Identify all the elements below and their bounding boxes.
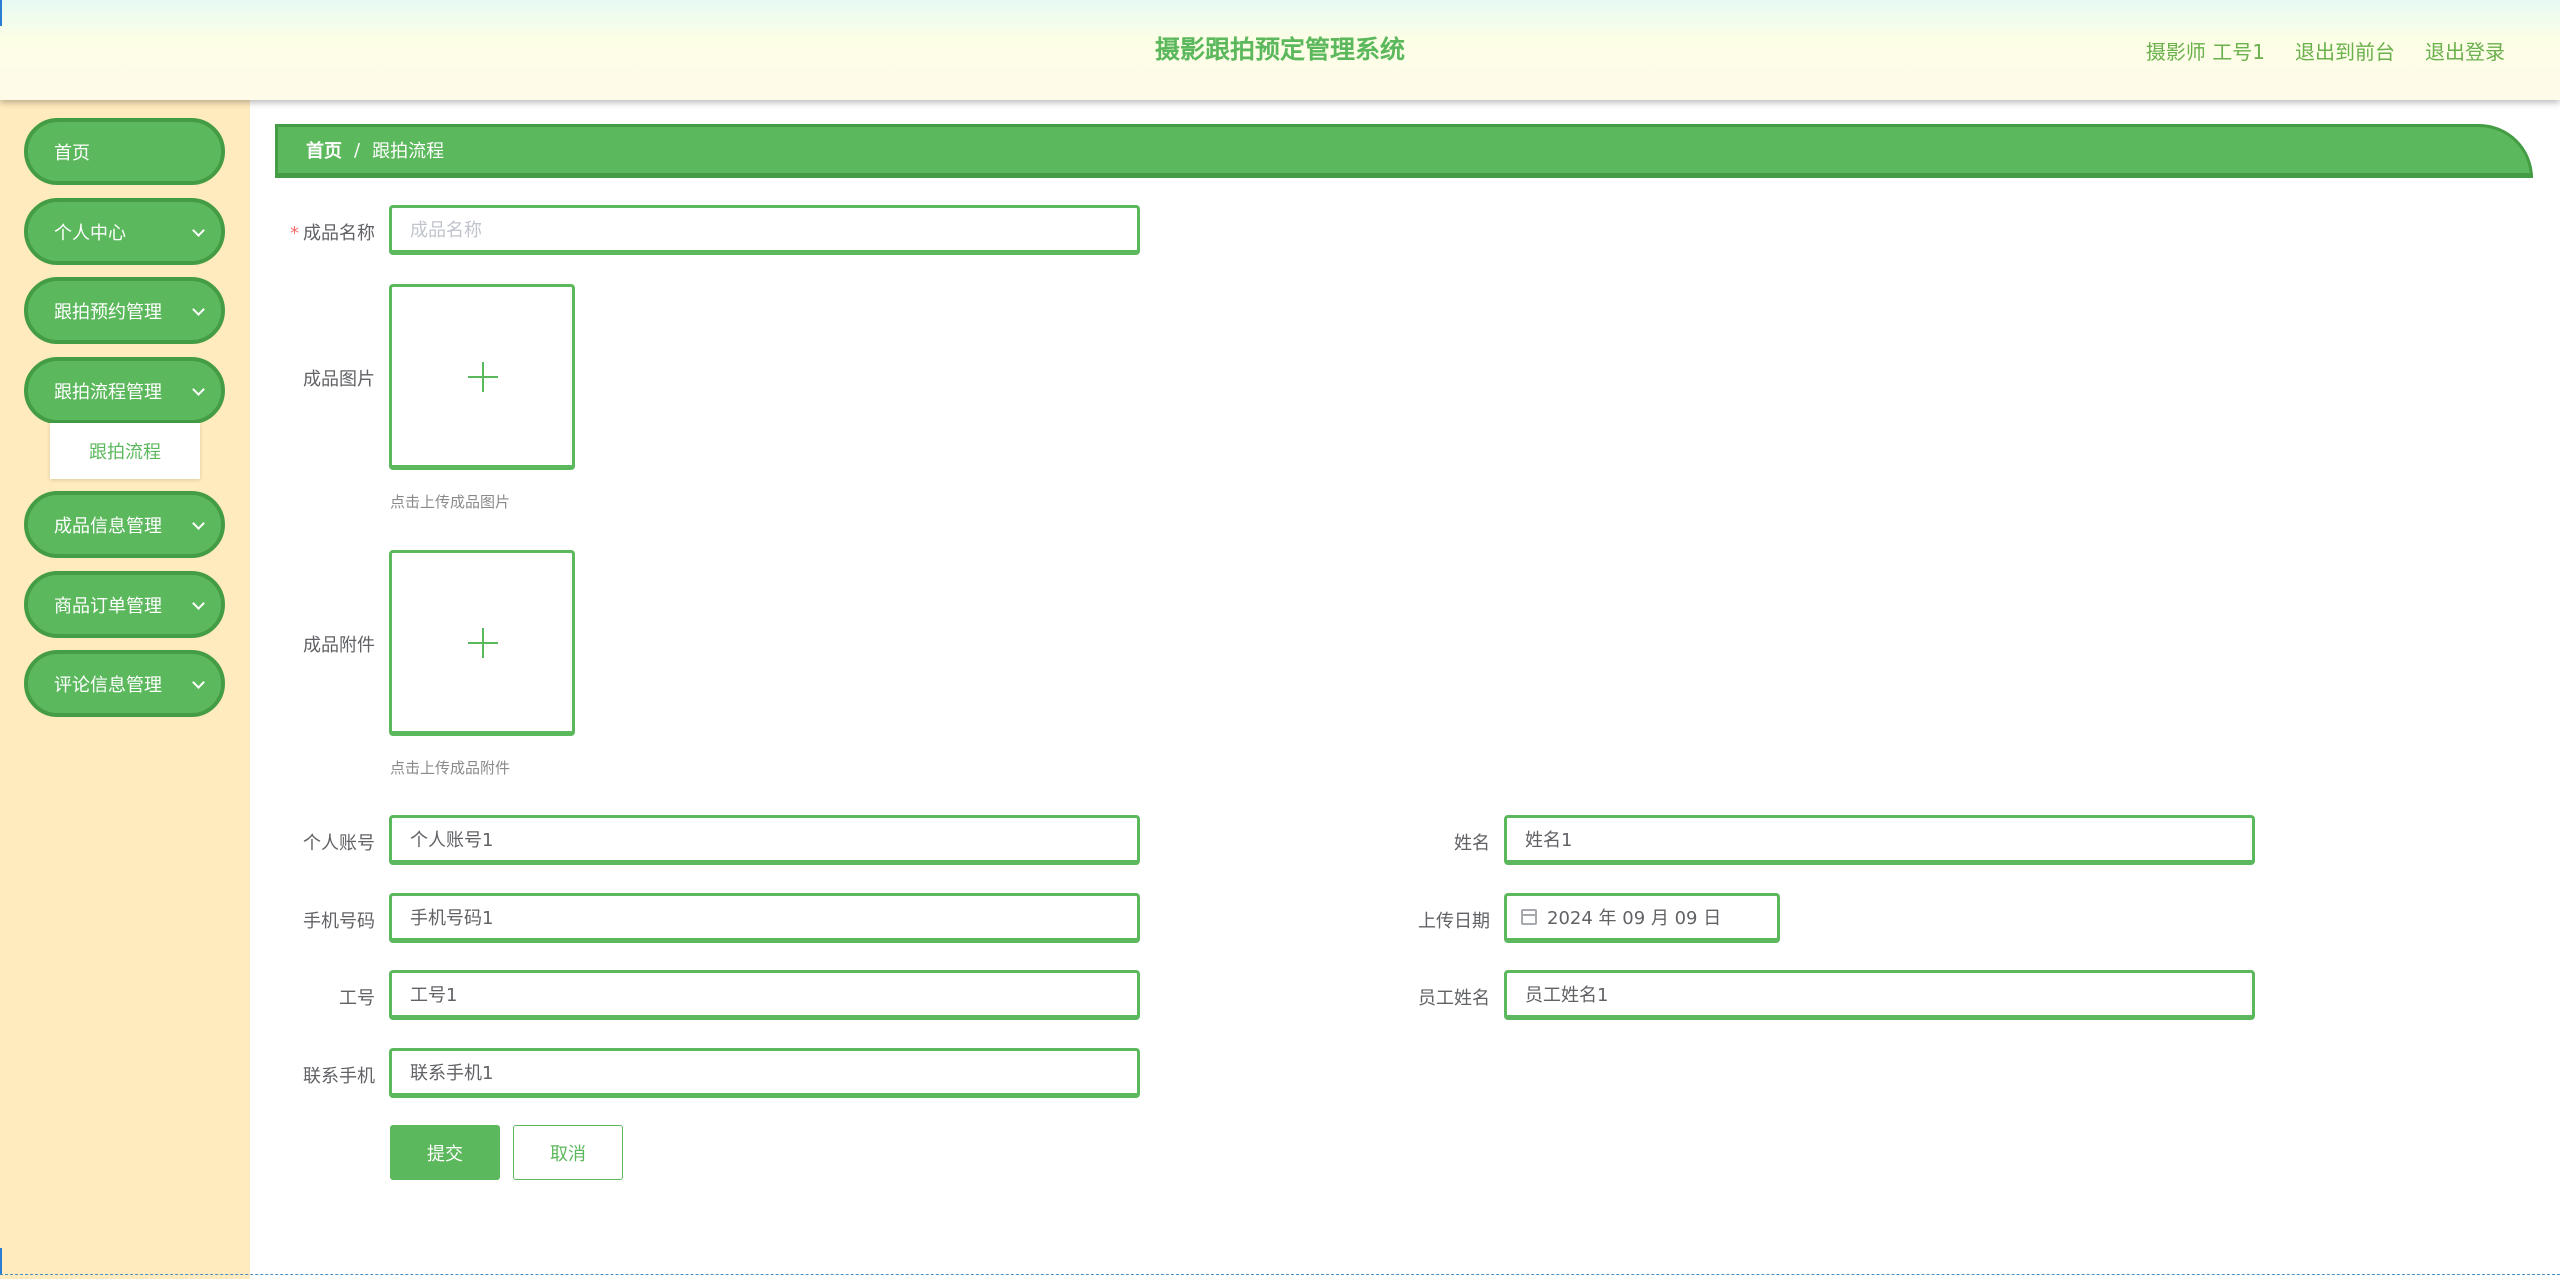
back-to-front-link[interactable]: 退出到前台 xyxy=(2295,36,2395,65)
product-image-upload[interactable] xyxy=(389,284,575,470)
bottom-divider xyxy=(0,1274,2560,1275)
sidebar-item-label: 跟拍预约管理 xyxy=(54,301,162,323)
product-image-label: 成品图片 xyxy=(303,369,375,390)
phone-label: 手机号码 xyxy=(303,911,375,932)
contact-phone-label: 联系手机 xyxy=(303,1066,375,1087)
product-name-label: * 成品名称 xyxy=(290,223,375,244)
breadcrumb-home[interactable]: 首页 xyxy=(306,137,342,163)
breadcrumb-separator: / xyxy=(354,139,361,161)
account-label: 个人账号 xyxy=(303,833,375,854)
corner-mark-bottom xyxy=(0,1248,2,1274)
chevron-down-icon xyxy=(192,675,205,689)
cancel-button[interactable]: 取消 xyxy=(513,1125,623,1180)
calendar-icon xyxy=(1521,909,1537,925)
job-no-label: 工号 xyxy=(339,988,375,1009)
staff-name-input[interactable]: 员工姓名1 xyxy=(1504,970,2255,1020)
product-name-input[interactable]: 成品名称 xyxy=(389,205,1140,255)
staff-name-label: 员工姓名 xyxy=(1418,988,1490,1009)
chevron-down-icon xyxy=(192,596,205,610)
upload-date-label: 上传日期 xyxy=(1418,911,1490,932)
required-mark: * xyxy=(290,223,299,244)
product-attachment-label: 成品附件 xyxy=(303,635,375,656)
corner-mark-top xyxy=(0,0,2,26)
breadcrumb: 首页 / 跟拍流程 xyxy=(275,124,2533,178)
name-input[interactable]: 姓名1 xyxy=(1504,815,2255,865)
sidebar-item-label: 个人中心 xyxy=(54,222,126,244)
breadcrumb-current: 跟拍流程 xyxy=(372,141,445,162)
job-no-input[interactable]: 工号1 xyxy=(389,970,1140,1020)
product-attachment-upload[interactable] xyxy=(389,550,575,736)
sidebar-item-personal-center[interactable]: 个人中心 xyxy=(24,198,225,265)
header-actions: 摄影师 工号1 退出到前台 退出登录 xyxy=(2146,36,2505,65)
upload-date-value: 2024 年 09 月 09 日 xyxy=(1547,908,1722,929)
sidebar-item-booking-management[interactable]: 跟拍预约管理 xyxy=(24,277,225,344)
account-input[interactable]: 个人账号1 xyxy=(389,815,1140,865)
chevron-down-icon xyxy=(192,516,205,530)
top-header: 摄影跟拍预定管理系统 摄影师 工号1 退出到前台 退出登录 xyxy=(0,0,2560,100)
upload-date-picker[interactable]: 2024 年 09 月 09 日 xyxy=(1504,893,1780,943)
submit-button[interactable]: 提交 xyxy=(390,1125,500,1180)
sidebar-item-product-management[interactable]: 成品信息管理 xyxy=(24,491,225,558)
sidebar-item-order-management[interactable]: 商品订单管理 xyxy=(24,571,225,638)
sidebar-item-label: 评论信息管理 xyxy=(54,674,162,696)
name-label: 姓名 xyxy=(1454,833,1490,854)
sidebar-item-label: 跟拍流程管理 xyxy=(54,381,162,403)
product-image-tip: 点击上传成品图片 xyxy=(390,493,511,511)
current-user-label: 摄影师 工号1 xyxy=(2145,40,2265,64)
sidebar-item-comment-management[interactable]: 评论信息管理 xyxy=(24,650,225,717)
chevron-down-icon xyxy=(192,223,205,237)
sidebar-item-label: 商品订单管理 xyxy=(54,595,162,617)
submenu-item-process[interactable]: 跟拍流程 xyxy=(50,423,200,479)
sidebar-item-label: 成品信息管理 xyxy=(54,515,162,537)
chevron-down-icon xyxy=(192,302,205,316)
contact-phone-input[interactable]: 联系手机1 xyxy=(389,1048,1140,1098)
sidebar: 首页 个人中心 跟拍预约管理 跟拍流程管理 跟拍流程 成品信息管理 商品订单管理… xyxy=(0,100,250,1279)
sidebar-item-label: 首页 xyxy=(54,142,90,164)
sidebar-item-process-management[interactable]: 跟拍流程管理 xyxy=(24,357,225,424)
sidebar-item-home[interactable]: 首页 xyxy=(24,118,225,185)
logout-link[interactable]: 退出登录 xyxy=(2425,36,2505,65)
phone-input[interactable]: 手机号码1 xyxy=(389,893,1140,943)
product-attachment-tip: 点击上传成品附件 xyxy=(390,759,511,777)
chevron-down-icon xyxy=(192,382,205,396)
